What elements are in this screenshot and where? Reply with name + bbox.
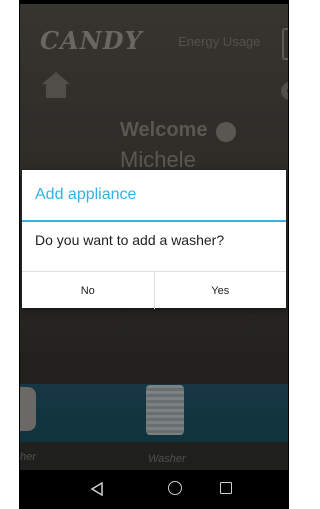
no-button[interactable]: No <box>22 272 155 309</box>
dialog-divider <box>22 220 286 222</box>
home-nav-icon[interactable] <box>168 481 182 495</box>
phone-frame: CANDY Energy Usage Welcome Michele her W… <box>19 0 289 509</box>
add-appliance-dialog: Add appliance Do you want to add a washe… <box>22 170 286 309</box>
dialog-button-row: No Yes <box>22 271 286 309</box>
dialog-title: Add appliance <box>35 186 137 203</box>
yes-button[interactable]: Yes <box>155 272 287 309</box>
recents-icon[interactable] <box>220 482 232 494</box>
android-nav-bar <box>20 470 288 509</box>
back-icon[interactable] <box>90 482 104 496</box>
dialog-message: Do you want to add a washer? <box>35 232 225 248</box>
